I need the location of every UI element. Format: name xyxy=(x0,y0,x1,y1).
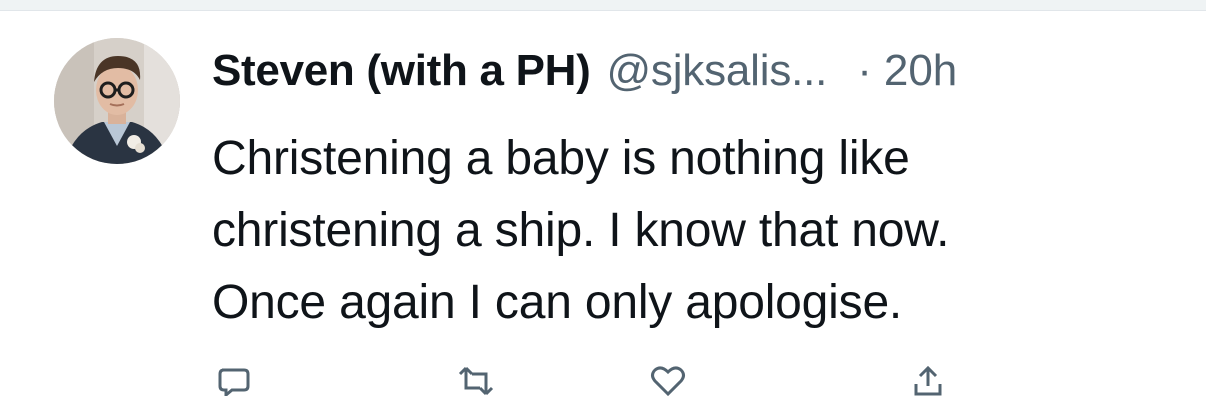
avatar[interactable] xyxy=(54,38,180,164)
tweet-actions xyxy=(212,366,1012,396)
like-icon[interactable] xyxy=(650,366,686,396)
avatar-image xyxy=(54,38,180,164)
user-handle[interactable]: @sjksalis... xyxy=(606,46,827,96)
tweet-header: Steven (with a PH) @sjksalis... · 20h xyxy=(212,41,957,101)
tweet-text-line: christening a ship. I know that now. xyxy=(212,204,950,257)
tweet[interactable]: Steven (with a PH) @sjksalis... · 20h Ch… xyxy=(0,11,1206,396)
tweet-text: Christening a baby is nothing like chris… xyxy=(212,123,1172,339)
tweet-text-line: Christening a baby is nothing like xyxy=(212,132,910,185)
display-name[interactable]: Steven (with a PH) xyxy=(212,46,591,96)
retweet-icon[interactable] xyxy=(458,366,494,396)
tweet-text-line: Once again I can only apologise. xyxy=(212,276,903,329)
share-icon[interactable] xyxy=(910,366,946,396)
reply-icon[interactable] xyxy=(216,366,252,396)
separator-dot: · xyxy=(857,46,872,95)
tweet-timestamp[interactable]: 20h xyxy=(884,46,957,96)
top-divider xyxy=(0,0,1206,11)
